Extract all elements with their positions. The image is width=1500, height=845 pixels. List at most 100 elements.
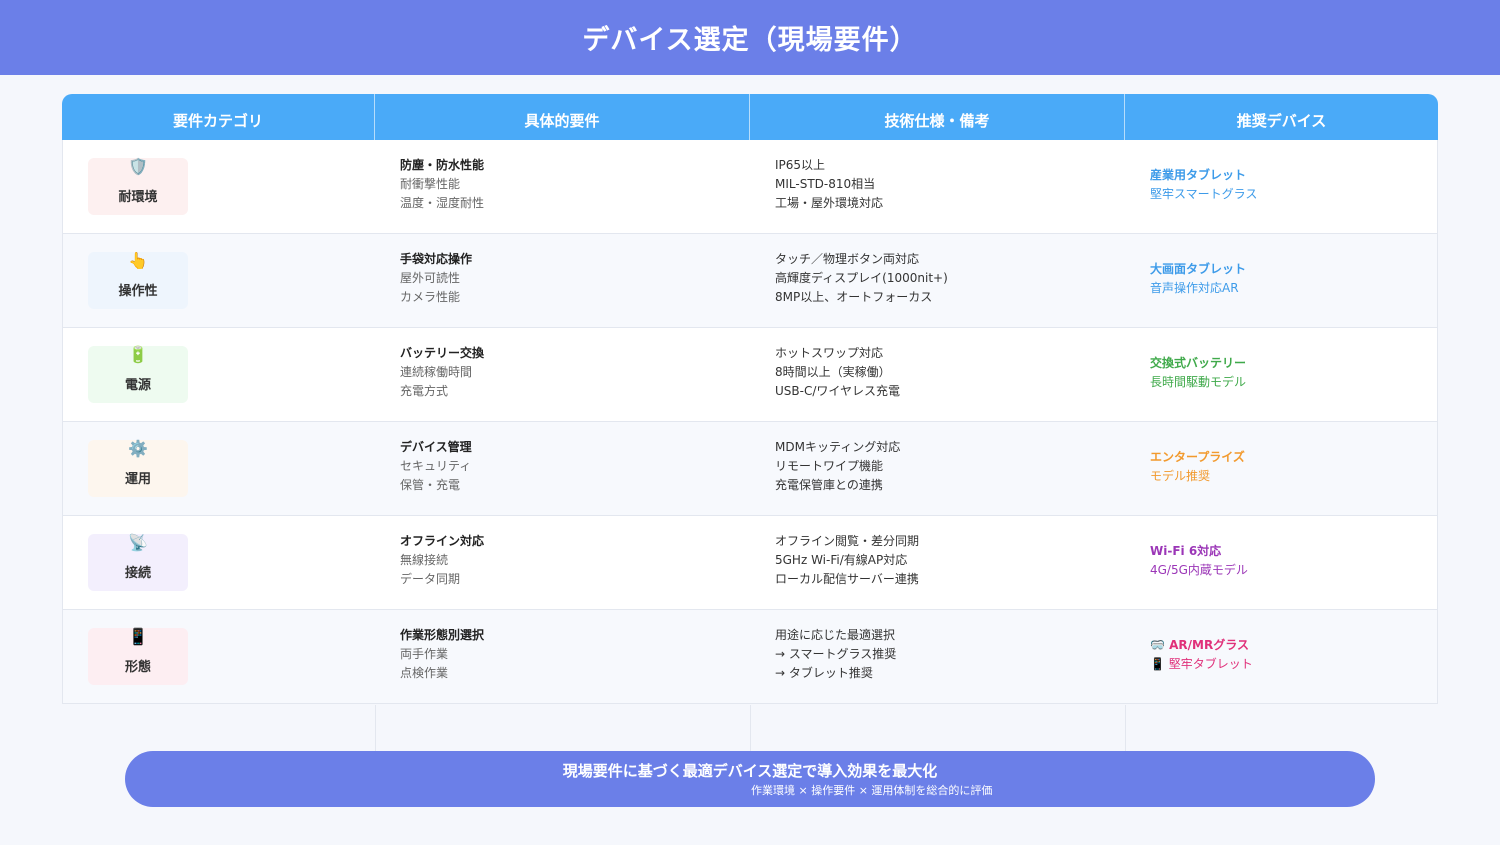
shield-icon: 🛡️ xyxy=(128,157,148,176)
spec-item: 用途に応じた最適選択 xyxy=(775,628,896,642)
requirement-item: 温度・湿度耐性 xyxy=(400,196,485,210)
specs-cell: IP65以上 MIL-STD-810相当 工場・屋外環境対応 xyxy=(775,156,883,213)
requirements-cell: 防塵・防水性能 耐衝撃性能温度・湿度耐性 xyxy=(400,156,484,213)
requirements-cell: バッテリー交換 連続稼働時間 充電方式 xyxy=(400,344,484,401)
category-label: 操作性 xyxy=(118,284,158,299)
spec-item: 充電保管庫との連携 xyxy=(775,478,883,492)
requirement-item: データ同期 xyxy=(400,572,461,586)
summary-title: 現場要件に基づく最適デバイス選定で導入効果を最大化 xyxy=(562,762,938,780)
column-divider xyxy=(375,705,376,755)
requirement-item: 無線接続 xyxy=(400,553,449,567)
spec-item: MIL-STD-810相当 xyxy=(775,177,876,191)
recommended-device-note: 📱 堅牢タブレット xyxy=(1150,657,1253,671)
column-header-recommended: 推奨デバイス xyxy=(1124,94,1438,140)
requirement-item: 点検作業 xyxy=(400,666,449,680)
recommended-device-title: 交換式バッテリー xyxy=(1150,356,1247,370)
requirement-item: セキュリティ xyxy=(400,459,472,473)
spec-item: IP65以上 xyxy=(775,158,826,172)
specs-cell: MDMキッティング対応 リモートワイプ機能 充電保管庫との連携 xyxy=(775,438,900,495)
battery-icon: 🔋 xyxy=(128,345,148,364)
requirement-item: 屋外可読性 xyxy=(400,271,461,285)
table-row: 📡 接続 オフライン対応 無線接続データ同期 オフライン閲覧・差分同期 5GHz Wi-F… xyxy=(62,516,1438,610)
requirements-cell: 作業形態別選択 両手作業 点検作業 xyxy=(400,626,484,683)
category-badge: 🔋 電源 xyxy=(88,346,188,403)
spec-item: 工場・屋外環境対応 xyxy=(775,196,884,210)
spec-item: 8時間以上（実稼働） xyxy=(775,365,891,379)
spec-item: 8MP以上、オートフォーカス xyxy=(775,290,933,304)
spec-item: ホットスワップ対応 xyxy=(775,346,884,360)
table-row: 🔋 電源 バッテリー交換 連続稼働時間 充電方式 ホットスワップ対応 8時間以上（実稼働） U… xyxy=(62,328,1438,422)
column-header-category: 要件カテゴリ xyxy=(172,111,263,130)
requirement-title: 防塵・防水性能 xyxy=(400,158,485,172)
category-label: 形態 xyxy=(124,660,151,675)
table-row: 👆 操作性 手袋対応操作 屋外可読性カメラ性能 タッチ／物理ボタン両対応高輝度ディスプレ… xyxy=(62,234,1438,328)
recommended-device-title: エンタープライズ xyxy=(1150,450,1245,464)
recommended-device-cell: 交換式バッテリー 長時間駆動モデル xyxy=(1150,354,1246,392)
table-row: ⚙️ 運用 デバイス管理 セキュリティ 保管・充電 MDMキッティング対応 リモートワイプ機… xyxy=(62,422,1438,516)
requirement-title: デバイス管理 xyxy=(400,440,472,454)
spec-item: USB-C/ワイヤレス充電 xyxy=(775,384,901,398)
recommended-device-note: モデル推奨 xyxy=(1150,469,1211,483)
recommended-device-note: 堅牢スマートグラス xyxy=(1150,187,1258,201)
recommended-device-cell: エンタープライズ モデル推奨 xyxy=(1150,448,1245,486)
category-label: 接続 xyxy=(124,566,151,581)
category-badge: 📡 接続 xyxy=(88,534,188,591)
satellite-icon: 📡 xyxy=(128,533,148,552)
recommended-device-cell: Wi-Fi 6対応 4G/5G内蔵モデル xyxy=(1150,542,1248,580)
category-badge: 📱 形態 xyxy=(88,628,188,685)
category-label: 耐環境 xyxy=(118,190,158,205)
spec-item: 高輝度ディスプレイ(1000nit+) xyxy=(775,271,948,285)
page-header: デバイス選定（現場要件） xyxy=(0,0,1500,75)
spec-item: リモートワイプ機能 xyxy=(775,459,884,473)
requirement-title: オフライン対応 xyxy=(400,534,485,548)
specs-cell: ホットスワップ対応 8時間以上（実稼働） USB-C/ワイヤレス充電 xyxy=(775,344,900,401)
requirements-cell: デバイス管理 セキュリティ 保管・充電 xyxy=(400,438,472,495)
spec-item: → タブレット推奨 xyxy=(775,666,873,680)
requirement-title: バッテリー交換 xyxy=(400,346,485,360)
requirements-cell: オフライン対応 無線接続データ同期 xyxy=(400,532,484,589)
spec-item: タッチ／物理ボタン両対応 xyxy=(775,252,920,266)
category-label: 運用 xyxy=(124,472,151,487)
spec-item: → スマートグラス推奨 xyxy=(775,647,897,661)
summary-subtitle: 作業環境 × 操作要件 × 運用体制を総合的に評価 xyxy=(751,784,993,797)
requirement-item: 保管・充電 xyxy=(400,478,461,492)
category-badge: 🛡️ 耐環境 xyxy=(88,158,188,215)
summary-banner: 現場要件に基づく最適デバイス選定で導入効果を最大化 作業環境 × 操作要件 × … xyxy=(125,751,1375,807)
recommended-device-title: 大画面タブレット xyxy=(1150,262,1247,276)
requirement-item: 両手作業 xyxy=(400,647,449,661)
spec-item: MDMキッティング対応 xyxy=(775,440,901,454)
gear-icon: ⚙️ xyxy=(128,439,148,458)
recommended-device-cell: 大画面タブレット 音声操作対応AR xyxy=(1150,260,1246,298)
category-badge: 👆 操作性 xyxy=(88,252,188,309)
table-header: 要件カテゴリ 具体的要件 技術仕様・備考 推奨デバイス xyxy=(62,94,1438,140)
specs-cell: タッチ／物理ボタン両対応高輝度ディスプレイ(1000nit+) 8MP以上、オート… xyxy=(775,250,948,307)
recommended-device-note: 長時間駆動モデル xyxy=(1150,375,1247,389)
requirements-cell: 手袋対応操作 屋外可読性カメラ性能 xyxy=(400,250,472,307)
recommended-device-cell: 🥽 AR/MRグラス 📱 堅牢タブレット xyxy=(1150,636,1253,674)
recommended-device-cell: 産業用タブレット 堅牢スマートグラス xyxy=(1150,166,1257,204)
recommended-device-title: Wi-Fi 6対応 xyxy=(1150,544,1222,558)
requirement-item: 連続稼働時間 xyxy=(400,365,473,379)
requirements-table: 要件カテゴリ 具体的要件 技術仕様・備考 推奨デバイス 🛡️ 耐環境 防塵・防水性能… xyxy=(62,94,1438,705)
column-header-specs: 技術仕様・備考 xyxy=(749,94,1124,140)
recommended-device-note: 4G/5G内蔵モデル xyxy=(1150,563,1248,577)
mobile-phone-icon: 📱 xyxy=(128,627,148,646)
requirement-title: 手袋対応操作 xyxy=(400,252,473,266)
column-header-requirements: 具体的要件 xyxy=(374,94,749,140)
requirement-item: カメラ性能 xyxy=(400,290,461,304)
spec-item: ローカル配信サーバー連携 xyxy=(775,572,919,586)
recommended-device-title: 産業用タブレット xyxy=(1150,168,1247,182)
pointing-hand-icon: 👆 xyxy=(128,251,148,270)
specs-cell: オフライン閲覧・差分同期 5GHz Wi-Fi/有線AP対応 ローカル配信サーバー連… xyxy=(775,532,919,589)
requirement-item: 充電方式 xyxy=(400,384,449,398)
requirement-item: 耐衝撃性能 xyxy=(400,177,461,191)
table-row: 🛡️ 耐環境 防塵・防水性能 耐衝撃性能温度・湿度耐性 IP65以上 MIL-STD-81… xyxy=(62,140,1438,234)
table-row: 📱 形態 作業形態別選択 両手作業 点検作業 用途に応じた最適選択 → スマートグラス推奨 →… xyxy=(62,610,1438,704)
column-divider xyxy=(1125,705,1126,755)
spec-item: 5GHz Wi-Fi/有線AP対応 xyxy=(775,553,908,567)
recommended-device-note: 音声操作対応AR xyxy=(1150,281,1239,295)
category-badge: ⚙️ 運用 xyxy=(88,440,188,497)
recommended-device-title: 🥽 AR/MRグラス xyxy=(1150,638,1249,652)
spec-item: オフライン閲覧・差分同期 xyxy=(775,534,920,548)
category-label: 電源 xyxy=(124,378,151,393)
